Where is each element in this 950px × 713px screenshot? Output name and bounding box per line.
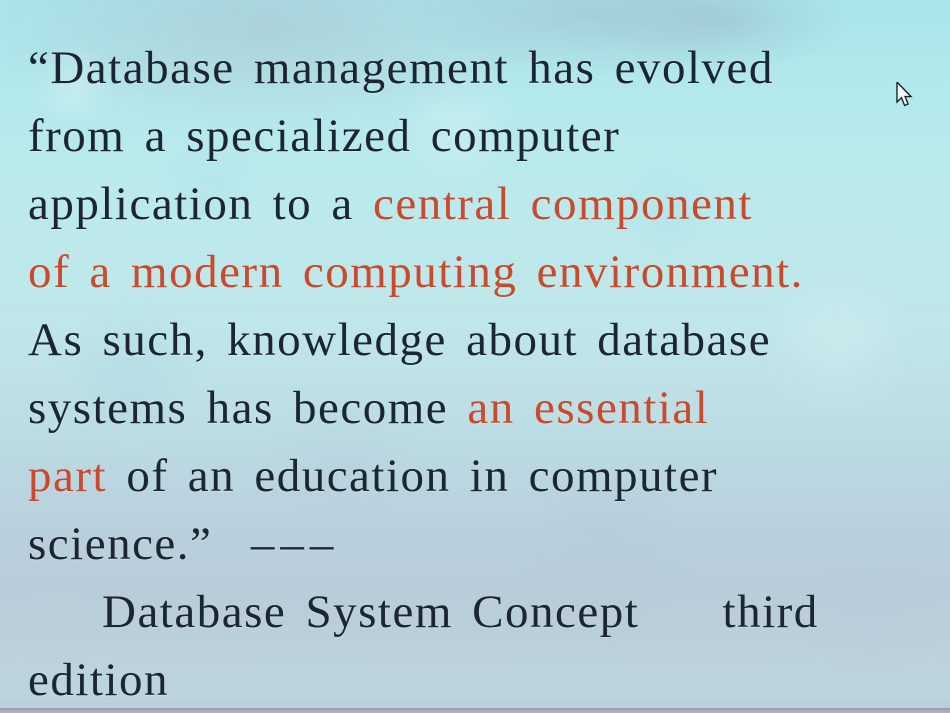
slide-canvas: 01 E 2 01 L E 0 1 O 2 E L 0 1 2 O E L 1 …: [0, 0, 950, 713]
attribution-book-title: Database System Concept: [102, 586, 640, 638]
quote-line-6-highlight: an essential: [467, 382, 710, 434]
quote-line-5: As such, knowledge about database: [28, 306, 942, 374]
quote-line-7-plain: of an education in computer: [107, 450, 719, 502]
quote-line-7-highlight: part: [28, 450, 108, 502]
quote-line-3-highlight: central component: [372, 178, 753, 230]
quote-line-8-plain: science.”: [28, 518, 251, 570]
mouse-pointer-icon: [896, 82, 913, 107]
attribution-spacer: [639, 586, 722, 638]
quote-line-1-text: “Database management has evolved: [28, 42, 774, 94]
quote-block: “Database management has evolved from a …: [28, 34, 942, 713]
quote-line-3: application to a central component: [28, 170, 942, 238]
quote-line-8: science.” –––: [28, 510, 942, 578]
attribution-edition-word: third: [722, 586, 819, 638]
bottom-status-strip: [0, 708, 950, 713]
attribution-line-2: edition: [28, 646, 942, 713]
quote-line-3-plain: application to a: [28, 178, 373, 230]
quote-line-6-plain: systems has become: [28, 382, 468, 434]
attribution-dashes: –––: [250, 518, 340, 570]
quote-line-5-text: As such, knowledge about database: [28, 314, 772, 366]
attribution-line-1: Database System Concept third: [28, 578, 942, 646]
quote-line-2: from a specialized computer: [28, 102, 942, 170]
quote-line-1: “Database management has evolved: [28, 34, 942, 102]
quote-line-4: of a modern computing environment.: [28, 238, 942, 306]
quote-line-6: systems has become an essential: [28, 374, 942, 442]
quote-line-4-highlight: of a modern computing environment.: [28, 246, 804, 298]
quote-line-2-text: from a specialized computer: [28, 110, 621, 162]
attribution-edition-text: edition: [28, 654, 170, 706]
quote-line-7: part of an education in computer: [28, 442, 942, 510]
